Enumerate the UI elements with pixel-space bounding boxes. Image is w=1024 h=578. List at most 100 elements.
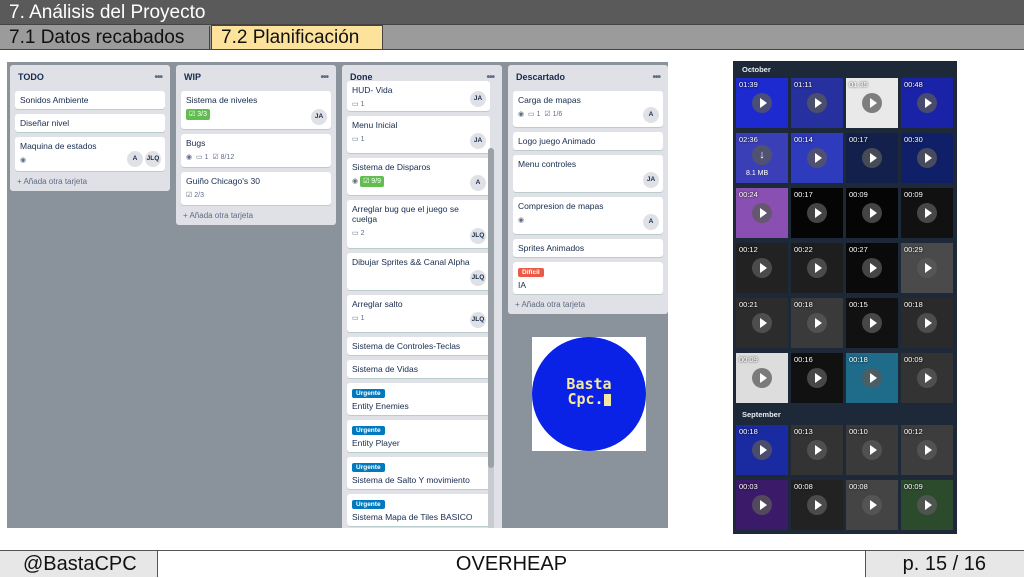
avatar[interactable]: A <box>470 175 486 191</box>
video-thumbnail[interactable]: 00:18 <box>901 298 953 348</box>
video-thumbnail[interactable]: 00:08 <box>846 480 898 530</box>
play-icon[interactable] <box>752 258 772 278</box>
avatar[interactable]: JA <box>470 91 486 107</box>
video-thumbnail[interactable]: 00:14 <box>791 133 843 183</box>
video-thumbnail[interactable]: 00:08 <box>791 480 843 530</box>
avatar[interactable]: JA <box>643 172 659 188</box>
video-thumbnail[interactable]: 01:35 <box>846 78 898 128</box>
video-thumbnail[interactable]: 00:09 <box>901 480 953 530</box>
card[interactable]: Sprites Animados <box>513 239 663 257</box>
card[interactable]: Urgente Entity Player <box>347 420 490 452</box>
card[interactable]: Bugs ◉ ▭ 1 ☑ 8/12 <box>181 134 331 167</box>
avatar[interactable]: JLQ <box>470 228 486 244</box>
video-thumbnail[interactable]: 00:03 <box>736 480 788 530</box>
play-icon[interactable] <box>917 368 937 388</box>
video-thumbnail[interactable]: 00:09 <box>901 188 953 238</box>
card[interactable]: Menu controles JA <box>513 155 663 192</box>
video-thumbnail[interactable]: 00:13 <box>791 425 843 475</box>
play-icon[interactable] <box>752 313 772 333</box>
play-icon[interactable] <box>917 440 937 460</box>
card[interactable]: Compresion de mapas ◉ A <box>513 197 663 234</box>
play-icon[interactable] <box>862 440 882 460</box>
add-card-button[interactable]: + Añada otra tarjeta <box>181 211 331 220</box>
play-icon[interactable] <box>862 93 882 113</box>
card[interactable]: Carga de mapas ◉ ▭ 1 ☑ 1/6 A <box>513 91 663 127</box>
play-icon[interactable] <box>807 148 827 168</box>
card[interactable]: Guiño Chicago's 30 ☑ 2/3 <box>181 172 331 205</box>
video-thumbnail[interactable]: 00:09 <box>901 353 953 403</box>
avatar[interactable]: JLQ <box>470 270 486 286</box>
play-icon[interactable] <box>862 148 882 168</box>
scrollbar[interactable] <box>488 148 494 528</box>
card[interactable]: Sistema de Disparos ◉ ☑ 9/9 A <box>347 158 490 195</box>
card[interactable]: Menu Inicial ▭ 1 JA <box>347 116 490 153</box>
card[interactable]: Sistema de Vidas <box>347 360 490 378</box>
video-thumbnail[interactable]: 00:16 <box>791 353 843 403</box>
play-icon[interactable] <box>807 258 827 278</box>
card[interactable]: HUD- Vida ▭ 1 JA <box>347 81 490 111</box>
video-thumbnail[interactable]: 00:27 <box>846 243 898 293</box>
scrollbar-thumb[interactable] <box>488 148 494 468</box>
play-icon[interactable] <box>862 258 882 278</box>
play-icon[interactable] <box>862 313 882 333</box>
card[interactable]: Maquina de estados ◉ A JLQ <box>15 137 165 171</box>
play-icon[interactable] <box>752 440 772 460</box>
play-icon[interactable] <box>752 93 772 113</box>
video-thumbnail[interactable]: 00:09 <box>846 188 898 238</box>
play-icon[interactable] <box>917 93 937 113</box>
avatar[interactable]: A <box>643 214 659 230</box>
video-thumbnail[interactable]: 00:24 <box>736 188 788 238</box>
card[interactable]: Arreglar salto ▭ 1 JLQ <box>347 295 490 332</box>
more-icon[interactable]: ••• <box>320 69 328 86</box>
video-thumbnail[interactable]: 00:12 <box>736 243 788 293</box>
add-card-button[interactable]: + Añada otra tarjeta <box>513 300 663 309</box>
video-thumbnail[interactable]: 00:12 <box>901 425 953 475</box>
play-icon[interactable] <box>752 368 772 388</box>
avatar[interactable]: JLQ <box>145 151 161 167</box>
card[interactable]: Urgente Sistema de Salto Y movimiento <box>347 457 490 489</box>
play-icon[interactable] <box>752 203 772 223</box>
play-icon[interactable] <box>917 203 937 223</box>
avatar[interactable]: JA <box>470 133 486 149</box>
play-icon[interactable] <box>807 313 827 333</box>
video-thumbnail[interactable]: 00:18 <box>736 425 788 475</box>
video-thumbnail[interactable]: 01:11 <box>791 78 843 128</box>
play-icon[interactable] <box>917 258 937 278</box>
card[interactable]: Urgente Entity Enemies <box>347 383 490 415</box>
download-icon[interactable]: ↓ <box>752 145 772 165</box>
video-thumbnail[interactable]: 00:48 <box>901 78 953 128</box>
video-thumbnail[interactable]: 00:18 <box>846 353 898 403</box>
video-thumbnail[interactable]: 00:10 <box>846 425 898 475</box>
more-icon[interactable]: ••• <box>652 69 660 86</box>
play-icon[interactable] <box>807 368 827 388</box>
card[interactable]: Sistema de Controles-Teclas <box>347 337 490 355</box>
play-icon[interactable] <box>917 495 937 515</box>
more-icon[interactable]: ••• <box>154 69 162 86</box>
add-card-button[interactable]: + Añada otra tarjeta <box>15 177 165 186</box>
video-thumbnail[interactable]: 00:30 <box>901 133 953 183</box>
play-icon[interactable] <box>807 93 827 113</box>
card[interactable]: Sistema de niveles ☑ 3/3 JA <box>181 91 331 129</box>
card[interactable]: Arreglar bug que el juego se cuelga ▭ 2 … <box>347 200 490 248</box>
play-icon[interactable] <box>862 495 882 515</box>
video-thumbnail[interactable]: 01:39 <box>736 78 788 128</box>
video-thumbnail[interactable]: 02:36 ↓ 8.1 MB <box>736 133 788 183</box>
play-icon[interactable] <box>807 203 827 223</box>
video-thumbnail[interactable]: 00:29 <box>901 243 953 293</box>
video-thumbnail[interactable]: 00:21 <box>736 298 788 348</box>
avatar[interactable]: JLQ <box>470 312 486 328</box>
play-icon[interactable] <box>917 313 937 333</box>
tab-datos-recabados[interactable]: 7.1 Datos recabados <box>0 26 210 49</box>
avatar[interactable]: JA <box>311 109 327 125</box>
avatar[interactable]: A <box>127 151 143 167</box>
play-icon[interactable] <box>862 368 882 388</box>
play-icon[interactable] <box>807 440 827 460</box>
card[interactable]: Diseñar nivel <box>15 114 165 132</box>
video-thumbnail[interactable]: 00:17 <box>846 133 898 183</box>
card[interactable]: Logo juego Animado <box>513 132 663 150</box>
video-thumbnail[interactable]: 00:09 <box>736 353 788 403</box>
play-icon[interactable] <box>807 495 827 515</box>
video-thumbnail[interactable]: 00:18 <box>791 298 843 348</box>
card[interactable]: Sonidos Ambiente <box>15 91 165 109</box>
play-icon[interactable] <box>752 495 772 515</box>
